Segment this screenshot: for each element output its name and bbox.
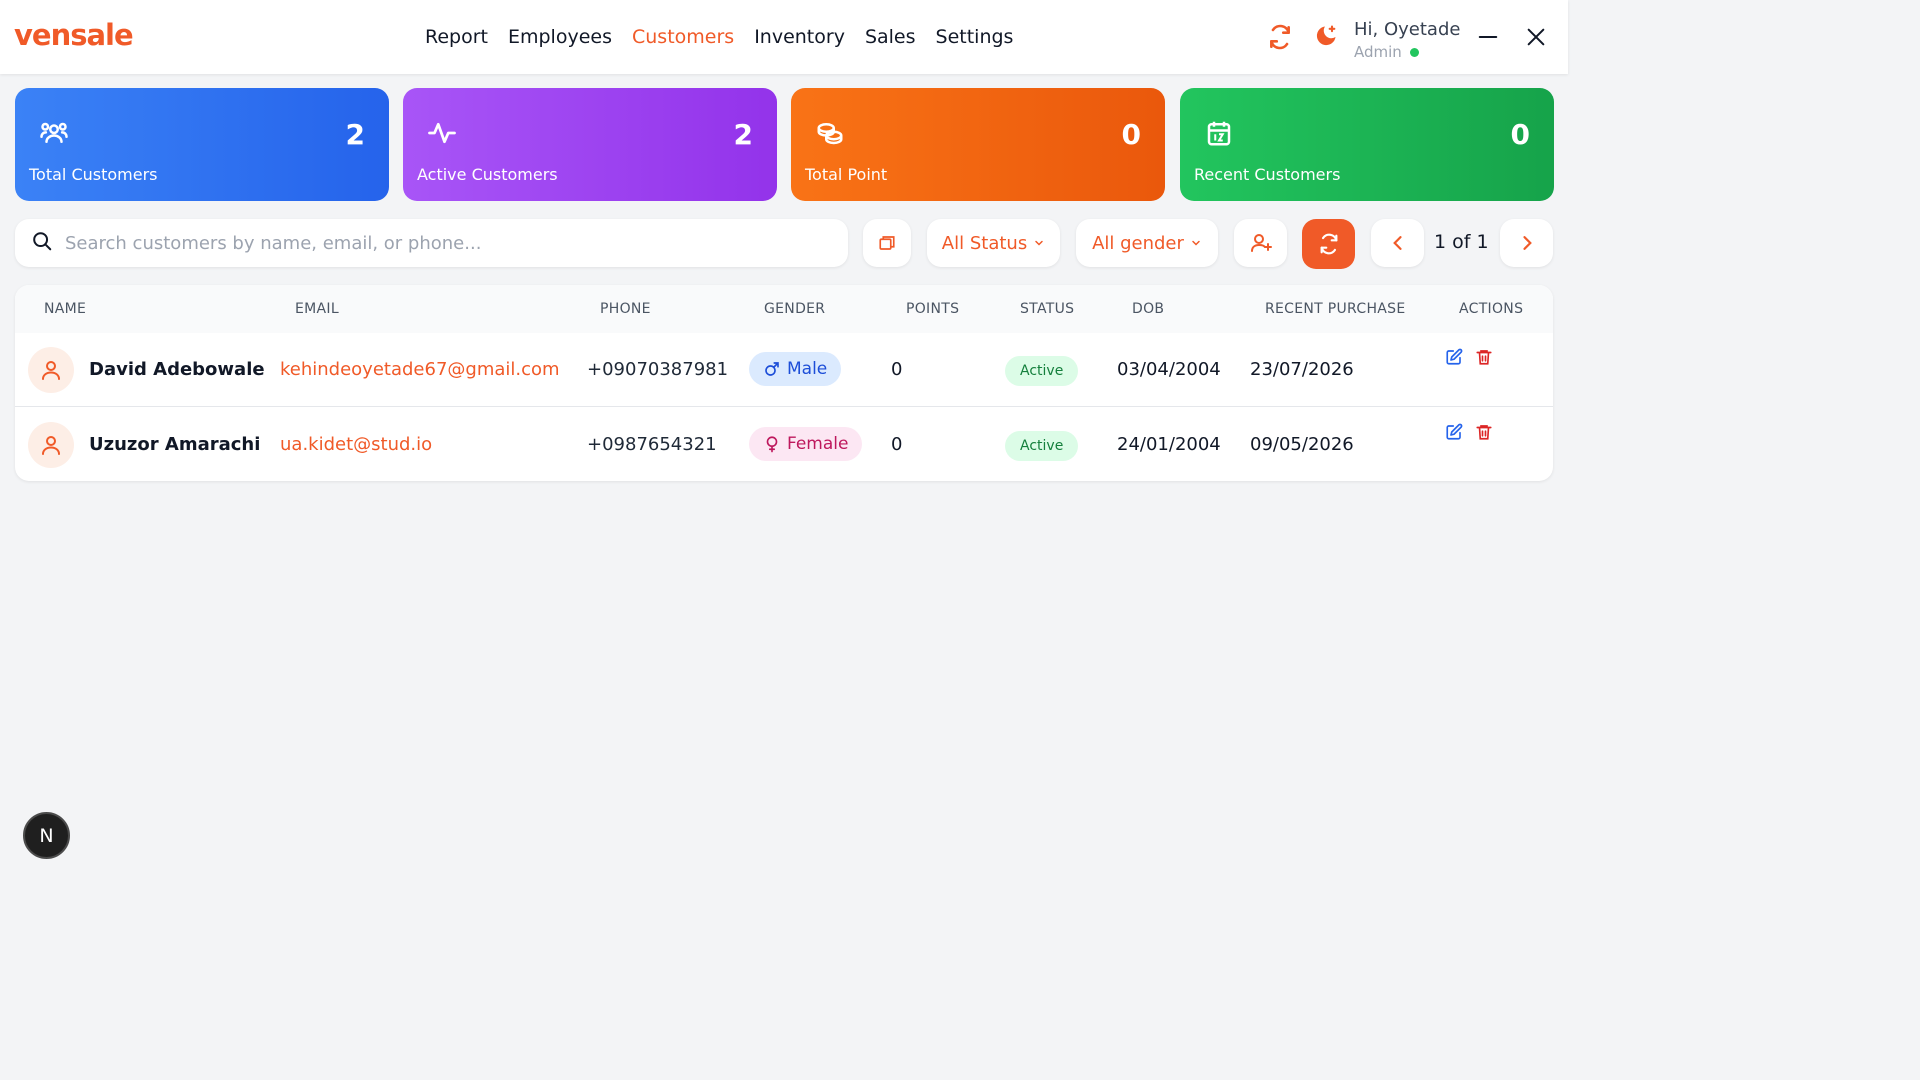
top-bar: vensale Report Employees Customers Inven… [0, 0, 1568, 74]
user-icon [42, 361, 60, 380]
user-plus-icon [1250, 234, 1272, 252]
customer-phone: +09070387981 [587, 359, 729, 380]
nav-sales[interactable]: Sales [865, 26, 916, 48]
trash-icon[interactable] [1474, 422, 1494, 442]
gender-badge: Female [749, 427, 863, 461]
customer-email[interactable]: kehindeoyetade67@gmail.com [280, 359, 560, 380]
chevron-down-icon [1192, 240, 1200, 246]
gender-filter-value: All gender [1092, 232, 1184, 254]
edit-icon[interactable] [1444, 422, 1464, 442]
nav-inventory[interactable]: Inventory [754, 26, 845, 48]
customer-name: Uzuzor Amarachi [89, 434, 261, 455]
status-filter-value: All Status [941, 232, 1028, 254]
search-bar [15, 219, 848, 267]
refresh-button[interactable] [1302, 219, 1355, 269]
theme-toggle-icon[interactable] [1310, 22, 1340, 52]
stat-label: Active Customers [417, 165, 558, 184]
activity-icon [427, 118, 457, 148]
sync-icon[interactable] [1265, 22, 1295, 52]
gender-filter-dropdown[interactable]: All gender [1076, 219, 1218, 267]
customer-recent-purchase: 23/07/2026 [1250, 359, 1354, 380]
customer-dob: 24/01/2004 [1117, 434, 1221, 455]
avatar [28, 422, 74, 468]
chevron-right-icon [1522, 236, 1532, 250]
nav-settings[interactable]: Settings [936, 26, 1014, 48]
prev-page-button[interactable] [1371, 219, 1424, 267]
table-row[interactable]: Uzuzor Amarachi ua.kidet@stud.io +098765… [15, 408, 1553, 481]
nav-customers[interactable]: Customers [632, 26, 734, 48]
avatar [28, 347, 74, 393]
trash-icon[interactable] [1474, 347, 1494, 367]
user-icon [42, 436, 60, 455]
search-icon [31, 230, 53, 256]
edit-icon[interactable] [1444, 347, 1464, 367]
male-icon [765, 362, 779, 376]
close-icon[interactable] [1521, 22, 1551, 52]
window-icon [879, 236, 895, 250]
col-email: EMAIL [295, 301, 339, 317]
gender-label: Female [787, 434, 849, 454]
dev-tools-badge[interactable]: N [23, 812, 70, 859]
col-actions: ACTIONS [1459, 301, 1524, 317]
online-status-dot [1409, 47, 1419, 57]
col-name: NAME [44, 301, 87, 317]
female-icon [766, 436, 778, 453]
minimize-icon[interactable] [1473, 22, 1503, 52]
search-input[interactable] [65, 232, 825, 254]
app-logo[interactable]: vensale [14, 18, 134, 52]
stat-card-active-customers: 2 Active Customers [403, 88, 777, 201]
col-recent-purchase: RECENT PURCHASE [1265, 301, 1406, 317]
status-badge: Active [1005, 431, 1079, 461]
user-role: Admin [1354, 43, 1419, 61]
chevron-down-icon [1035, 240, 1043, 246]
customer-points: 0 [891, 359, 903, 380]
col-status: STATUS [1020, 301, 1075, 317]
col-points: POINTS [906, 301, 960, 317]
refresh-icon [1320, 233, 1337, 255]
col-phone: PHONE [600, 301, 651, 317]
customer-name: David Adebowale [89, 359, 265, 380]
main-nav: Report Employees Customers Inventory Sal… [425, 26, 1013, 48]
customer-points: 0 [891, 434, 903, 455]
stat-label: Recent Customers [1194, 165, 1341, 184]
customer-recent-purchase: 09/05/2026 [1250, 434, 1354, 455]
next-page-button[interactable] [1500, 219, 1553, 267]
user-greeting: Hi, Oyetade [1354, 19, 1461, 40]
stat-card-total-customers: 2 Total Customers [15, 88, 389, 201]
status-filter-dropdown[interactable]: All Status [927, 219, 1060, 267]
table-header: NAME EMAIL PHONE GENDER POINTS STATUS DO… [15, 285, 1553, 333]
customer-email[interactable]: ua.kidet@stud.io [280, 434, 432, 455]
nav-report[interactable]: Report [425, 26, 488, 48]
stat-label: Total Customers [29, 165, 158, 184]
page-indicator: 1 of 1 [1434, 231, 1489, 253]
col-gender: GENDER [764, 301, 826, 317]
gender-badge: Male [749, 352, 842, 386]
table-row[interactable]: David Adebowale kehindeoyetade67@gmail.c… [15, 333, 1553, 407]
stat-card-total-point: 0 Total Point [791, 88, 1165, 201]
calendar-icon [1204, 118, 1234, 148]
add-customer-button[interactable] [1234, 219, 1287, 267]
col-dob: DOB [1132, 301, 1165, 317]
stat-label: Total Point [805, 165, 888, 184]
nav-employees[interactable]: Employees [508, 26, 612, 48]
users-icon [39, 118, 69, 148]
customers-table: NAME EMAIL PHONE GENDER POINTS STATUS DO… [15, 285, 1553, 481]
status-badge: Active [1005, 356, 1079, 386]
view-toggle-button[interactable] [863, 219, 911, 267]
stat-value: 0 [1121, 118, 1141, 151]
stat-card-recent-customers: 0 Recent Customers [1180, 88, 1554, 201]
gender-label: Male [787, 359, 828, 379]
coins-icon [815, 118, 845, 148]
customer-dob: 03/04/2004 [1117, 359, 1221, 380]
user-role-label: Admin [1354, 43, 1402, 61]
stat-value: 2 [345, 118, 365, 151]
chevron-left-icon [1392, 236, 1402, 250]
stat-value: 2 [733, 118, 753, 151]
stat-value: 0 [1510, 118, 1530, 151]
customer-phone: +0987654321 [587, 434, 717, 455]
